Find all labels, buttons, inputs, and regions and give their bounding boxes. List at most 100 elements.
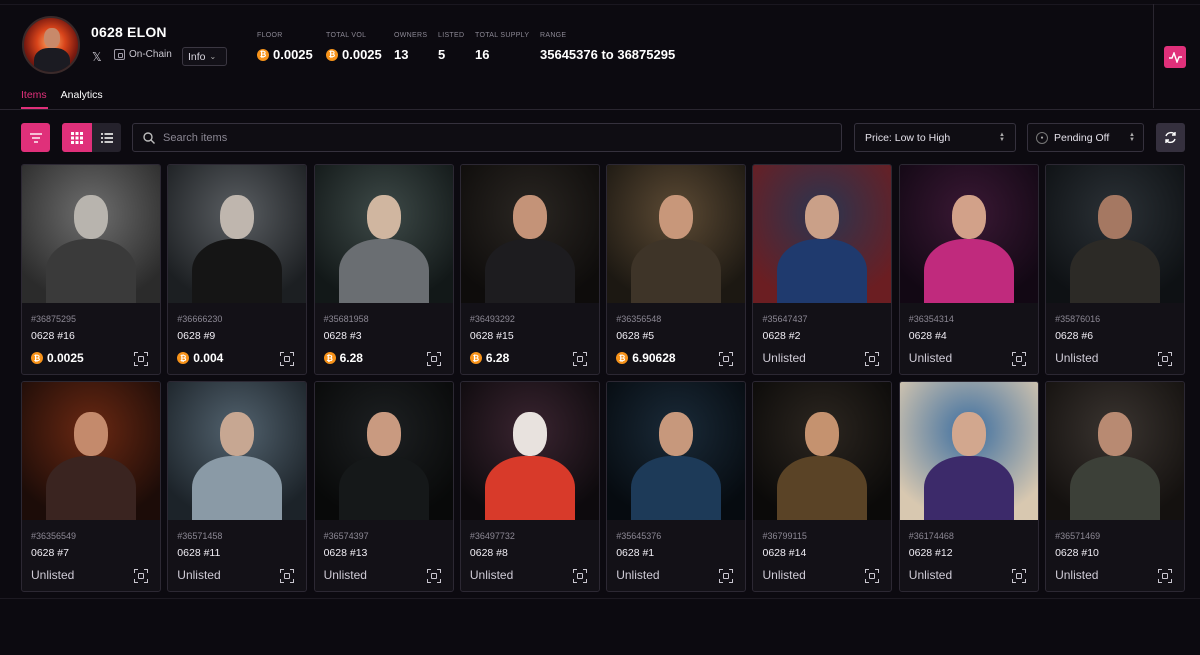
item-price-value: 6.90628 [632, 351, 676, 365]
item-card[interactable]: #36356549 0628 #7 Unlisted [21, 381, 161, 592]
item-price-value: Unlisted [1055, 568, 1099, 582]
items-grid: #36875295 0628 #16 ₿ 0.0025 #36666230 0628 #9… [21, 164, 1186, 592]
bitcoin-icon: ₿ [31, 352, 43, 364]
item-card[interactable]: #36571469 0628 #10 Unlisted [1045, 381, 1186, 592]
item-card[interactable]: #36799115 0628 #14 Unlisted [752, 381, 893, 592]
item-card[interactable]: #36356548 0628 #5 ₿ 6.90628 [606, 164, 747, 375]
item-inscription-number: #36666230 [177, 314, 223, 324]
bitcoin-icon: ₿ [469, 352, 482, 364]
item-card[interactable]: #36875295 0628 #16 ₿ 0.0025 [21, 164, 161, 375]
scan-icon[interactable] [719, 569, 734, 583]
bitcoin-icon: ₿ [177, 352, 190, 364]
item-card[interactable]: #36666230 0628 #9 ₿ 0.004 [167, 164, 308, 375]
scan-icon[interactable] [426, 352, 441, 366]
item-price: ₿ 0.0025 [31, 351, 84, 365]
item-image [168, 382, 307, 520]
bottom-divider [0, 598, 1200, 599]
scan-icon[interactable] [134, 569, 148, 583]
scan-icon[interactable] [572, 569, 587, 583]
list-view-button[interactable] [92, 123, 121, 152]
search-input[interactable] [163, 131, 803, 144]
item-price-value: Unlisted [616, 568, 660, 582]
scan-icon[interactable] [865, 352, 880, 366]
scan-icon[interactable] [865, 569, 880, 583]
search-box [132, 123, 842, 152]
top-border [0, 4, 1200, 5]
item-price-value: Unlisted [908, 568, 953, 582]
stat-listed: LISTED 5 [438, 32, 464, 62]
onchain-link[interactable]: On-Chain [114, 49, 172, 60]
item-price-value: 0.004 [193, 351, 224, 365]
stat-floor: FLOOR ₿ 0.0025 [257, 32, 313, 62]
scan-icon[interactable] [1158, 569, 1173, 583]
item-price: Unlisted [31, 568, 74, 582]
item-card[interactable]: #36574397 0628 #13 Unlisted [313, 381, 454, 592]
item-name: 0628 #11 [177, 547, 221, 559]
stat-value: 16 [475, 47, 490, 62]
filter-button[interactable] [21, 123, 50, 152]
item-image [899, 165, 1038, 303]
scan-icon[interactable] [1011, 352, 1026, 366]
item-price-value: 0.0025 [47, 351, 84, 365]
item-inscription-number: #36356549 [31, 531, 77, 541]
item-price: Unlisted [616, 568, 659, 582]
scan-icon[interactable] [426, 569, 441, 583]
tab-analytics[interactable]: Analytics [61, 89, 103, 101]
item-image [314, 165, 453, 303]
tabs-divider [0, 109, 1200, 110]
item-name: 0628 #16 [31, 330, 75, 342]
item-price-value: Unlisted [177, 568, 221, 582]
item-price: ₿ 6.28 [469, 351, 510, 365]
scan-icon[interactable] [719, 352, 734, 366]
pending-value: Pending Off [1054, 131, 1110, 144]
item-price-value: Unlisted [31, 568, 75, 582]
item-price: Unlisted [324, 568, 367, 582]
item-card[interactable]: #35681958 0628 #3 ₿ 6.28 [313, 164, 454, 375]
item-card[interactable]: #35647437 0628 #2 Unlisted [752, 164, 893, 375]
pending-select[interactable]: ● Pending Off ▲ ▼ [1027, 123, 1144, 152]
search-icon [143, 131, 155, 144]
item-card[interactable]: #36571458 0628 #11 Unlisted [167, 381, 308, 592]
item-card[interactable]: #36354314 0628 #4 Unlisted [898, 164, 1039, 375]
item-price-value: 6.28 [485, 351, 510, 365]
scan-icon[interactable] [1011, 569, 1026, 583]
info-dropdown[interactable]: Info ⌄ [182, 47, 227, 66]
item-price-value: 6.28 [339, 351, 363, 365]
item-card[interactable]: #35876016 0628 #6 Unlisted [1045, 164, 1186, 375]
item-card[interactable]: #36174468 0628 #12 Unlisted [898, 381, 1039, 592]
stat-owners: OWNERS 13 [394, 32, 427, 62]
scan-icon[interactable] [572, 352, 587, 366]
refresh-button[interactable] [1156, 123, 1185, 152]
tab-items[interactable]: Items [21, 89, 47, 101]
item-inscription-number: #35645376 [616, 531, 662, 541]
item-image [22, 165, 160, 303]
collection-name: 0628 ELON [91, 24, 167, 40]
onchain-label: On-Chain [129, 49, 172, 60]
sort-value: Price: Low to High [865, 131, 951, 144]
grid-view-button[interactable] [62, 123, 92, 152]
scan-icon[interactable] [1158, 352, 1173, 366]
sort-select[interactable]: Price: Low to High ▲ ▼ [854, 123, 1016, 152]
bitcoin-icon: ₿ [257, 48, 269, 61]
item-image [607, 382, 746, 520]
item-inscription-number: #36174468 [908, 531, 954, 541]
x-logo-icon[interactable]: 𝕏 [92, 50, 102, 64]
item-card[interactable]: #36497732 0628 #8 Unlisted [459, 381, 600, 592]
scan-icon[interactable] [134, 352, 148, 366]
select-arrows-icon: ▲ ▼ [999, 131, 1005, 143]
scan-icon[interactable] [280, 352, 295, 366]
item-inscription-number: #35681958 [323, 314, 369, 324]
stat-total-vol: TOTAL VOL ₿ 0.0025 [326, 32, 382, 62]
item-inscription-number: #36571469 [1055, 531, 1101, 541]
item-inscription-number: #35647437 [762, 314, 808, 324]
item-card[interactable]: #35645376 0628 #1 Unlisted [606, 381, 747, 592]
scan-icon[interactable] [280, 569, 295, 583]
item-image [899, 382, 1038, 520]
lock-icon [114, 49, 125, 60]
activity-icon [1168, 51, 1182, 63]
item-image [460, 165, 599, 303]
view-toggle [62, 123, 121, 152]
activity-button[interactable] [1164, 46, 1186, 68]
item-image [22, 382, 160, 520]
item-card[interactable]: #36493292 0628 #15 ₿ 6.28 [459, 164, 600, 375]
